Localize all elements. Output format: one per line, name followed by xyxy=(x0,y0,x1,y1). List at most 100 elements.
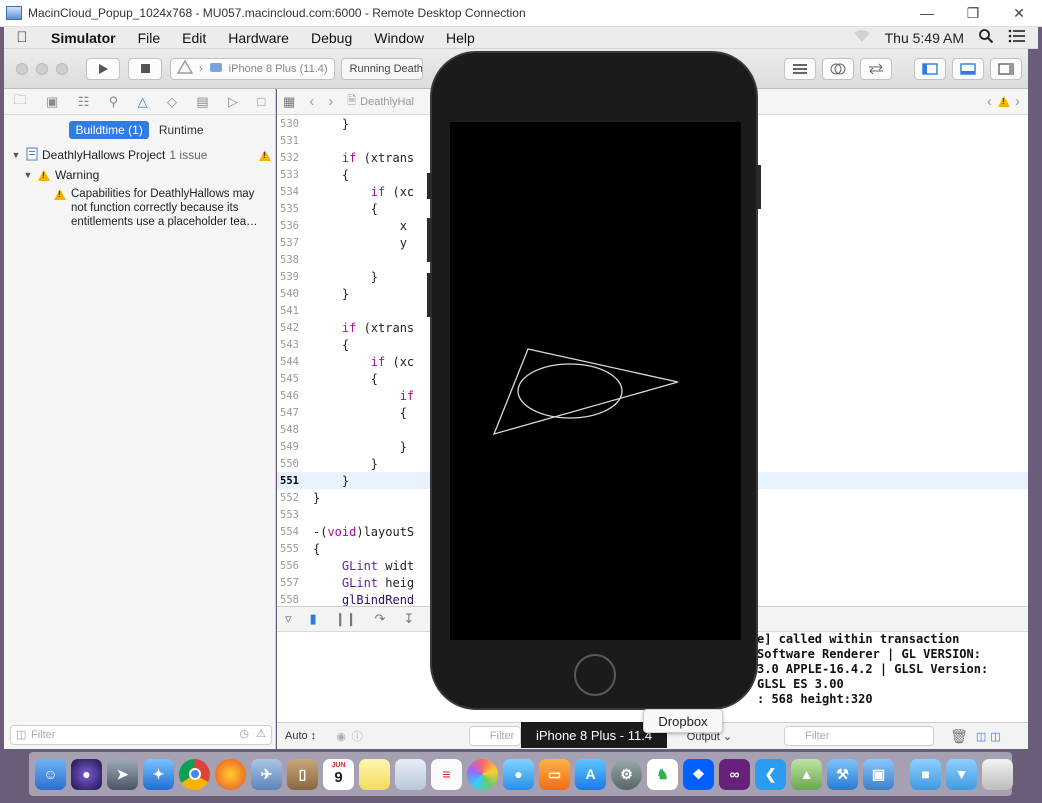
line-number[interactable]: 530 xyxy=(277,118,313,130)
downloads-folder-icon[interactable]: ▼ xyxy=(946,758,977,790)
vscode-icon[interactable]: ❮ xyxy=(755,758,786,790)
line-number[interactable]: 556 xyxy=(277,560,313,572)
menu-help[interactable]: Help xyxy=(435,30,486,46)
version-editor-button[interactable] xyxy=(860,58,892,80)
line-number[interactable]: 540 xyxy=(277,288,313,300)
warning-icon[interactable] xyxy=(998,96,1010,107)
breakpoints-toggle-icon[interactable]: ▮ xyxy=(310,611,317,627)
line-number[interactable]: 544 xyxy=(277,356,313,368)
android-studio-icon[interactable]: ▲ xyxy=(791,758,822,790)
menu-edit[interactable]: Edit xyxy=(171,30,217,46)
safari-icon[interactable]: ✦ xyxy=(143,758,174,790)
trash-icon[interactable]: 🗑 xyxy=(950,728,968,745)
disclosure-triangle-icon[interactable]: ▼ xyxy=(10,150,22,160)
line-number[interactable]: 539 xyxy=(277,271,313,283)
notes-icon[interactable] xyxy=(359,758,390,790)
toggle-debug-area-button[interactable] xyxy=(952,58,984,80)
recent-filter-icon[interactable]: ◷ xyxy=(239,727,249,740)
eye-icon[interactable]: ◉ xyxy=(336,730,346,743)
console-filter-field[interactable]: Filter xyxy=(784,726,935,746)
siri-icon[interactable]: ● xyxy=(71,758,102,790)
system-preferences-icon[interactable]: ⚙ xyxy=(611,758,642,790)
menu-app-simulator[interactable]: Simulator xyxy=(40,30,127,46)
visual-studio-icon[interactable]: ∞ xyxy=(719,758,750,790)
disclosure-triangle-icon[interactable]: ▼ xyxy=(22,170,34,180)
calendar-icon[interactable]: JUN 9 xyxy=(323,758,354,790)
line-number[interactable]: 549 xyxy=(277,441,313,453)
jumpbar-file-name[interactable]: DeathlyHal xyxy=(360,96,414,108)
menubar-clock[interactable]: Thu 5:49 AM xyxy=(885,30,964,46)
dropbox-icon[interactable]: ❖ xyxy=(683,758,714,790)
split-left-pane-icon[interactable]: ◫ xyxy=(976,730,986,743)
line-number[interactable]: 546 xyxy=(277,390,313,402)
ibooks-icon[interactable]: ▭ xyxy=(539,758,570,790)
assistant-editor-button[interactable] xyxy=(822,58,854,80)
related-items-icon[interactable]: ▦ xyxy=(283,94,295,110)
line-number[interactable]: 557 xyxy=(277,577,313,589)
applications-folder-icon[interactable]: ■ xyxy=(910,758,941,790)
pause-icon[interactable]: ❙❙ xyxy=(335,611,357,627)
run-button[interactable] xyxy=(86,57,120,80)
simulator-screen[interactable] xyxy=(450,122,741,640)
project-row[interactable]: ▼ DeathlyHallows Project 1 issue xyxy=(10,145,275,165)
evernote-icon[interactable]: ♞ xyxy=(647,758,678,790)
hide-debug-area-icon[interactable]: ▿ xyxy=(285,611,292,627)
maps-icon[interactable] xyxy=(395,758,426,790)
line-number[interactable]: 554 xyxy=(277,526,313,538)
zoom-window-button[interactable] xyxy=(56,62,68,75)
symbol-navigator-icon[interactable]: ☷ xyxy=(78,94,90,110)
variables-filter-field[interactable]: Filter xyxy=(468,726,521,746)
xcode-icon[interactable]: ⚒ xyxy=(827,758,858,790)
messages-icon[interactable]: ● xyxy=(503,758,534,790)
line-number[interactable]: 548 xyxy=(277,424,313,436)
seg-buildtime[interactable]: Buildtime (1) xyxy=(69,121,149,139)
scheme-selector[interactable]: › iPhone 8 Plus (11.4) xyxy=(170,57,335,80)
apple-menu-icon[interactable]:  xyxy=(4,29,40,46)
reminders-icon[interactable]: ≡ xyxy=(431,758,462,790)
issue-navigator-icon[interactable]: △ xyxy=(138,94,148,110)
source-control-icon[interactable]: ▣ xyxy=(46,94,58,110)
line-number[interactable]: 545 xyxy=(277,373,313,385)
line-number[interactable]: 541 xyxy=(277,305,313,317)
preview-icon[interactable]: ✈ xyxy=(251,758,282,790)
menu-window[interactable]: Window xyxy=(363,30,435,46)
issue-filter-icon[interactable]: ⚠ xyxy=(256,727,266,740)
info-icon[interactable]: ⓘ xyxy=(352,728,363,744)
line-number[interactable]: 534 xyxy=(277,186,313,198)
line-number[interactable]: 531 xyxy=(277,135,313,147)
folder-icon[interactable]: 🗀 xyxy=(14,91,27,113)
line-number[interactable]: 551 xyxy=(277,475,313,487)
split-right-pane-icon[interactable]: ◫ xyxy=(990,730,1000,743)
finder-icon[interactable]: ☺ xyxy=(35,758,66,790)
toggle-navigator-button[interactable] xyxy=(914,58,946,80)
close-button[interactable]: ✕ xyxy=(996,0,1042,27)
standard-editor-button[interactable] xyxy=(784,58,816,80)
home-button[interactable] xyxy=(574,654,616,696)
line-number[interactable]: 537 xyxy=(277,237,313,249)
simulator-icon[interactable]: ▣ xyxy=(863,758,894,790)
forward-arrow-icon[interactable]: › xyxy=(328,93,333,110)
line-number[interactable]: 535 xyxy=(277,203,313,215)
close-window-button[interactable] xyxy=(16,62,28,75)
volume-down-button[interactable] xyxy=(427,273,432,317)
minimize-button[interactable]: — xyxy=(904,0,950,27)
line-number[interactable]: 538 xyxy=(277,254,313,266)
line-number[interactable]: 542 xyxy=(277,322,313,334)
contacts-icon[interactable]: ▯ xyxy=(287,758,318,790)
step-in-icon[interactable]: ↧ xyxy=(403,611,414,627)
issue-item[interactable]: Capabilities for DeathlyHallows may not … xyxy=(10,187,275,229)
toggle-inspector-button[interactable] xyxy=(990,58,1022,80)
debug-navigator-icon[interactable]: ▤ xyxy=(196,94,208,110)
test-navigator-icon[interactable]: ◇ xyxy=(167,94,177,110)
firefox-icon[interactable] xyxy=(215,758,246,790)
back-arrow-icon[interactable]: ‹ xyxy=(309,93,314,110)
menu-file[interactable]: File xyxy=(127,30,172,46)
line-number[interactable]: 543 xyxy=(277,339,313,351)
report-navigator-icon[interactable]: □ xyxy=(257,94,265,109)
variables-scope-popup[interactable]: Auto ↕ xyxy=(285,730,316,742)
app-store-icon[interactable]: A xyxy=(575,758,606,790)
line-number[interactable]: 555 xyxy=(277,543,313,555)
chrome-icon[interactable] xyxy=(179,758,210,790)
line-number[interactable]: 552 xyxy=(277,492,313,504)
line-number[interactable]: 553 xyxy=(277,509,313,521)
